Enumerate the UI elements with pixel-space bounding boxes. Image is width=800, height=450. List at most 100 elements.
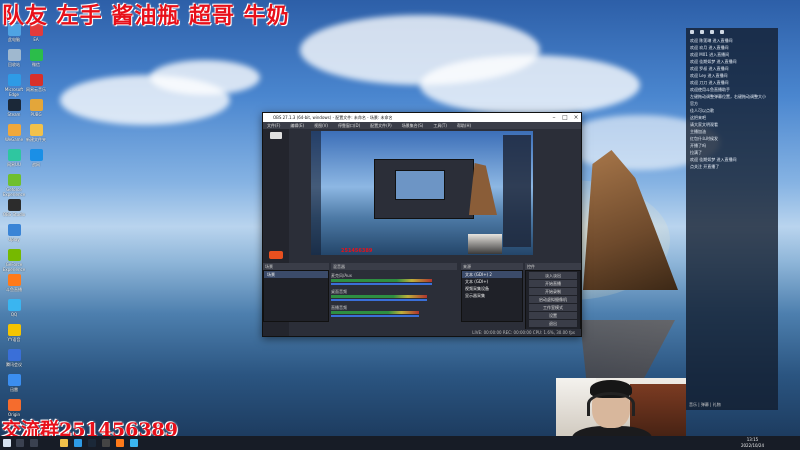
- obs-window[interactable]: OBS 27.1.3 (64-bit, windows) - 配置文件: 未命名…: [262, 112, 582, 337]
- volume-slider[interactable]: [331, 315, 420, 317]
- chat-message: 欢迎 佳期如梦 进入直播间: [690, 157, 737, 162]
- app-icon: [7, 374, 21, 386]
- desktop-icon[interactable]: 战网: [24, 149, 48, 173]
- obs-preview[interactable]: 251456389: [311, 131, 533, 255]
- preview-chat: [503, 135, 531, 247]
- app-icon: [7, 349, 21, 361]
- app-icon: [7, 199, 21, 211]
- app-icon: [7, 274, 21, 286]
- desktop-icon-label: PUBG: [30, 112, 42, 117]
- taskbar-clock[interactable]: 13:15 2022/10/24: [741, 437, 764, 449]
- desktop-icon-label: 斗鱼直播: [6, 287, 22, 292]
- qq-taskbar-icon[interactable]: [130, 439, 138, 447]
- desktop-icon[interactable]: QQ: [2, 299, 26, 323]
- preview-nested-preview: [395, 170, 445, 200]
- task-view-icon[interactable]: [30, 439, 38, 447]
- desktop-icon[interactable]: Steam: [2, 99, 26, 123]
- search-icon[interactable]: [16, 439, 24, 447]
- scene-item[interactable]: 场景: [264, 271, 328, 278]
- chat-message: 欢迎 刀刀 进入直播间: [690, 80, 729, 85]
- app-icon: [7, 399, 21, 411]
- volume-slider[interactable]: [331, 283, 432, 285]
- desktop-icon-label: 腾讯会议: [6, 362, 22, 367]
- chat-message: 官方: [690, 101, 698, 106]
- desktop-icon[interactable]: WeGame: [2, 124, 26, 148]
- desktop-icon[interactable]: PUBG: [24, 99, 48, 123]
- volume-slider[interactable]: [331, 299, 427, 301]
- app-icon: [29, 49, 43, 61]
- desktop-icon[interactable]: 网易云音乐: [24, 74, 48, 98]
- obs-control-button[interactable]: 开始直播: [529, 280, 577, 287]
- obs-menu-item[interactable]: 配置文件(P): [370, 122, 392, 129]
- desktop-icon[interactable]: GeForce Experience: [2, 249, 26, 273]
- obs-control-button[interactable]: 设置: [529, 312, 577, 319]
- obs-control-button[interactable]: 工作室模式: [529, 304, 577, 311]
- desktop-icon[interactable]: 微信: [24, 49, 48, 73]
- desktop-icon[interactable]: 回收站: [2, 49, 26, 73]
- maximize-icon[interactable]: □: [560, 113, 570, 122]
- desktop-icon-label: QQ: [10, 312, 18, 317]
- sources-panel: 文本 (GDI+) 2 文本 (GDI+) 视频采集设备 显示器采集: [461, 270, 523, 322]
- volume-meter: [331, 279, 432, 282]
- app-icon: [7, 224, 21, 236]
- desktop-icon[interactable]: 腾讯会议: [2, 349, 26, 373]
- obs-control-button[interactable]: 启动虚拟摄像机: [529, 296, 577, 303]
- desktop-icon-label: 此电脑: [8, 37, 20, 42]
- obs-menu-item[interactable]: 编辑(E): [290, 122, 304, 129]
- chat-message: 欢迎 Ley 进入直播间: [690, 73, 728, 78]
- chat-message: 佳人可以点歌: [690, 108, 714, 113]
- desktop-icon[interactable]: 新建文件夹: [24, 124, 48, 148]
- obs-titlebar[interactable]: OBS 27.1.3 (64-bit, windows) - 配置文件: 未命名…: [263, 113, 581, 122]
- source-item[interactable]: 显示器采集: [462, 292, 522, 299]
- clock-date: 2022/10/24: [740, 443, 764, 448]
- chat-tool-icon[interactable]: [700, 30, 704, 34]
- desktop-icon[interactable]: 斗鱼直播: [2, 274, 26, 298]
- desktop-icon-label: 回收站: [8, 62, 20, 67]
- desktop-icon-label: Uplay: [8, 237, 20, 242]
- desktop-icon[interactable]: YY语音: [2, 324, 26, 348]
- app-icon: [7, 74, 21, 86]
- source-item[interactable]: 文本 (GDI+): [462, 278, 522, 285]
- app-icon: [29, 74, 43, 86]
- obs-control-button[interactable]: 开始录制: [529, 288, 577, 295]
- douyu-taskbar-icon[interactable]: [116, 439, 124, 447]
- source-item[interactable]: 文本 (GDI+) 2: [462, 271, 522, 278]
- obs-menubar: 文件(F) 编辑(E) 视图(V) 停靠窗口(D) 配置文件(P) 场景集合(S) 工具(T…: [263, 122, 581, 129]
- close-icon[interactable]: ×: [571, 113, 581, 122]
- steam-icon[interactable]: [88, 439, 96, 447]
- danmaku-chat-panel[interactable]: 欢迎 陈莲琳 进入直播间 欢迎 玖月 进入直播间 欢迎 M01 进入直播间 欢迎 佳期…: [686, 28, 778, 410]
- chat-message: 欢迎 M01 进入直播间: [690, 52, 730, 57]
- desktop-icon[interactable]: Microsoft Edge: [2, 74, 26, 98]
- desktop-icon[interactable]: 迅雷: [2, 374, 26, 398]
- obs-control-button[interactable]: 退出: [529, 320, 577, 327]
- desktop-icon[interactable]: OBS Studio: [2, 199, 26, 223]
- live-plugin-icon[interactable]: [269, 251, 283, 259]
- obs-menu-item[interactable]: 视图(V): [314, 122, 328, 129]
- controls-panel: 淡入淡出 开始直播 开始录制 启动虚拟摄像机 工作室模式 设置 退出: [525, 270, 581, 330]
- obs-menu-item[interactable]: 文件(F): [267, 122, 280, 129]
- desktop-icon-label: Steam: [7, 112, 21, 117]
- chat-tool-icon[interactable]: [710, 30, 714, 34]
- source-item[interactable]: 视频采集设备: [462, 285, 522, 292]
- desktop-icon[interactable]: Geforce Experience: [2, 174, 26, 198]
- desktop-icon-label: 迅雷: [10, 387, 18, 392]
- mixer-channel-name: 桌面音频: [331, 289, 347, 294]
- chat-tool-icon[interactable]: [690, 30, 694, 34]
- obs-menu-item[interactable]: 帮助(H): [457, 122, 471, 129]
- desktop-icon-label: Microsoft Edge: [4, 87, 24, 97]
- scenes-panel: 场景: [263, 270, 329, 322]
- desktop-icon[interactable]: 网易UU: [2, 149, 26, 173]
- transition-select[interactable]: 淡入淡出: [529, 272, 577, 279]
- obs-menu-item[interactable]: 工具(T): [433, 122, 447, 129]
- mixer-channel: 桌面音频: [331, 289, 457, 303]
- minimize-icon[interactable]: –: [549, 113, 559, 122]
- obs-taskbar-icon[interactable]: [102, 439, 110, 447]
- file-explorer-icon[interactable]: [60, 439, 68, 447]
- cloud: [150, 60, 260, 95]
- windows-start-icon[interactable]: [3, 439, 11, 447]
- desktop-icon[interactable]: Uplay: [2, 224, 26, 248]
- edge-icon[interactable]: [74, 439, 82, 447]
- chat-tool-icon[interactable]: [720, 30, 724, 34]
- obs-menu-item[interactable]: 场景集合(S): [402, 122, 424, 129]
- obs-menu-item[interactable]: 停靠窗口(D): [338, 122, 360, 129]
